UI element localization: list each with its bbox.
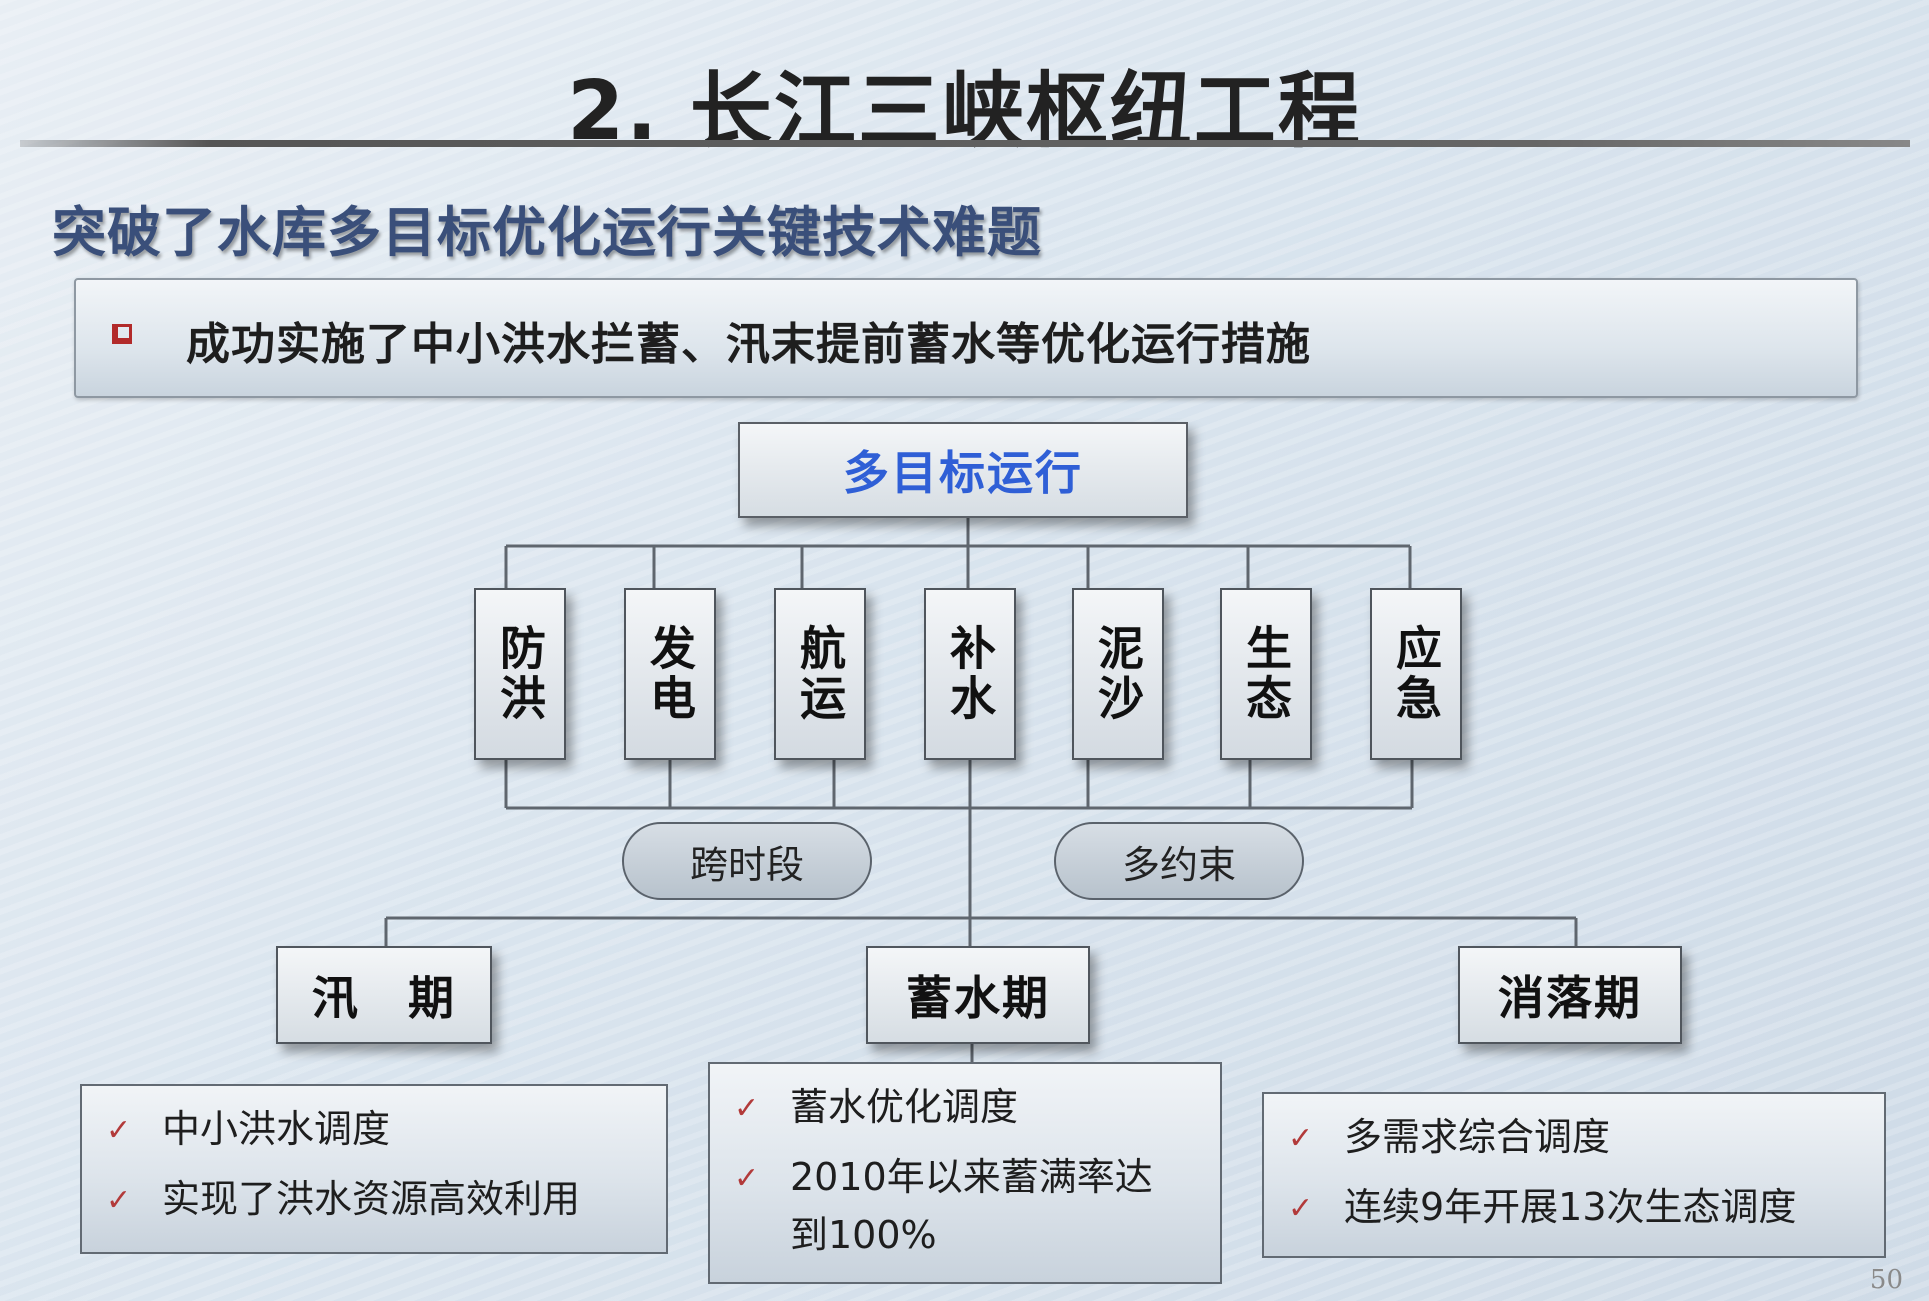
detail-text: 多需求综合调度 [1344, 1115, 1611, 1159]
detail-text: 蓄水优化调度 [790, 1085, 1019, 1129]
slide: 2. 长江三峡枢纽工程 突破了水库多目标优化运行关键技术难题 成功实施了中小洪水… [0, 0, 1929, 1301]
checkmark-icon: ✓ [106, 1113, 132, 1148]
detail-text: 2010年以来蓄满率达到100% [790, 1155, 1153, 1257]
phase-node-drawdown: 消落期 [1458, 946, 1682, 1044]
detail-box-drawdown: ✓ 多需求综合调度 ✓ 连续9年开展13次生态调度 [1262, 1092, 1886, 1258]
detail-item: ✓ 实现了洪水资源高效利用 [106, 1170, 642, 1230]
checkmark-icon: ✓ [106, 1183, 132, 1218]
objective-node: 补水 [924, 588, 1016, 760]
objective-node: 发电 [624, 588, 716, 760]
objective-node: 应急 [1370, 588, 1462, 760]
phase-node-flood: 汛 期 [276, 946, 492, 1044]
objective-node: 防洪 [474, 588, 566, 760]
checkmark-icon: ✓ [1288, 1191, 1314, 1226]
checkmark-icon: ✓ [734, 1161, 760, 1196]
detail-text: 中小洪水调度 [162, 1107, 391, 1151]
checkmark-icon: ✓ [734, 1091, 760, 1126]
objective-node: 航运 [774, 588, 866, 760]
detail-box-flood: ✓ 中小洪水调度 ✓ 实现了洪水资源高效利用 [80, 1084, 668, 1254]
constraint-oval: 跨时段 [622, 822, 872, 900]
root-node: 多目标运行 [738, 422, 1188, 518]
detail-item: ✓ 蓄水优化调度 [734, 1078, 1196, 1138]
objective-node: 泥沙 [1072, 588, 1164, 760]
detail-text: 连续9年开展13次生态调度 [1344, 1185, 1797, 1229]
detail-item: ✓ 2010年以来蓄满率达到100% [734, 1148, 1196, 1264]
checkmark-icon: ✓ [1288, 1121, 1314, 1156]
detail-text: 实现了洪水资源高效利用 [162, 1177, 581, 1221]
constraint-oval: 多约束 [1054, 822, 1304, 900]
detail-item: ✓ 多需求综合调度 [1288, 1108, 1860, 1168]
page-number: 50 [1869, 1265, 1903, 1295]
detail-box-impound: ✓ 蓄水优化调度 ✓ 2010年以来蓄满率达到100% [708, 1062, 1222, 1284]
objective-node: 生态 [1220, 588, 1312, 760]
phase-node-impound: 蓄水期 [866, 946, 1090, 1044]
detail-item: ✓ 中小洪水调度 [106, 1100, 642, 1160]
detail-item: ✓ 连续9年开展13次生态调度 [1288, 1178, 1860, 1238]
